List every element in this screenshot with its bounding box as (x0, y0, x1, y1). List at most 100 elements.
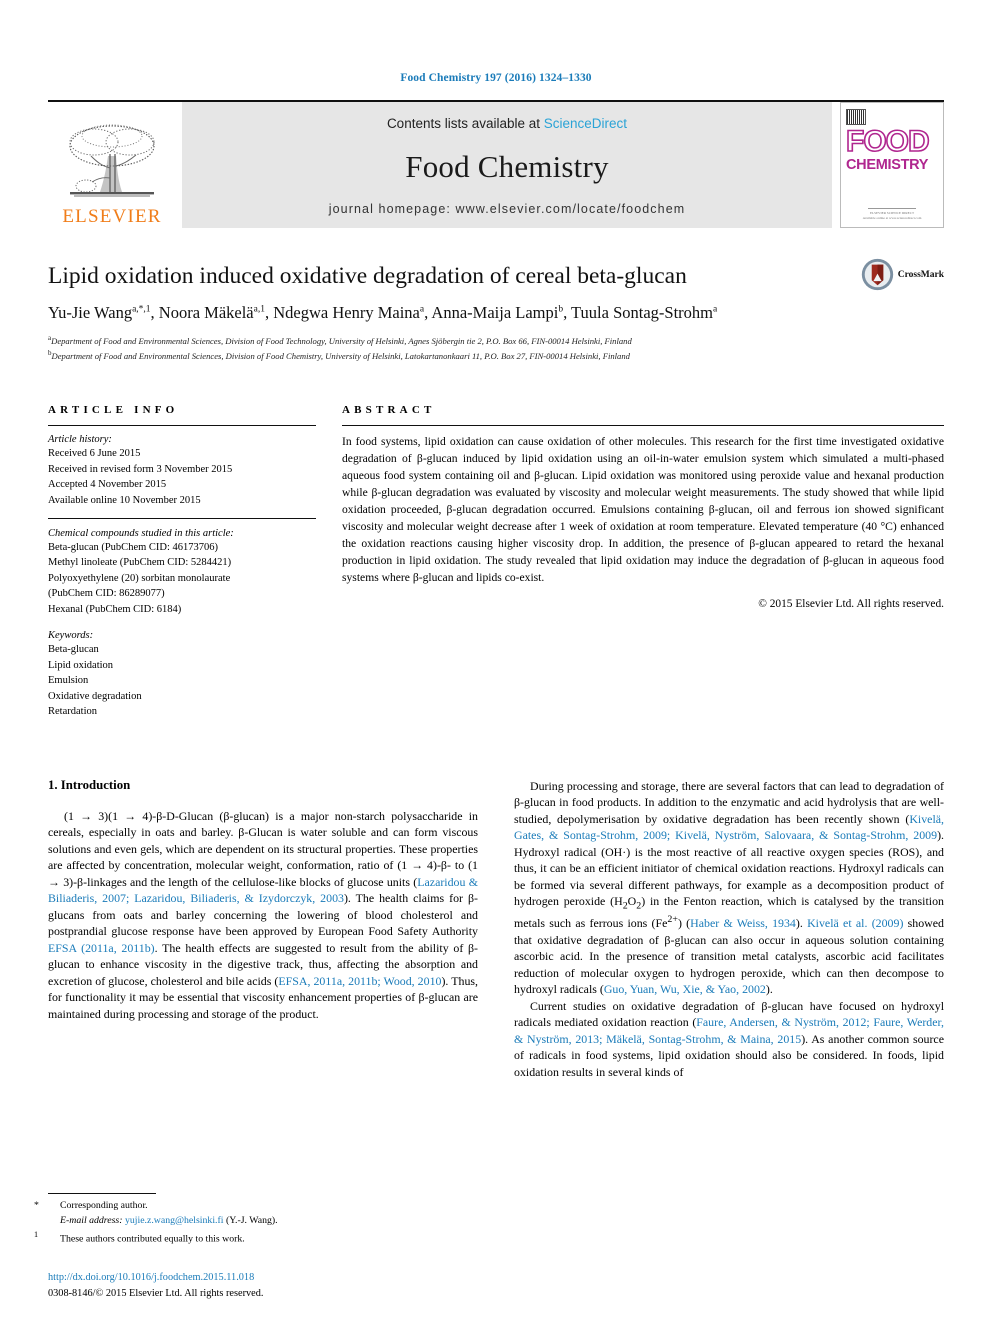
affiliation-text: Department of Food and Environmental Sci… (51, 335, 632, 346)
author-name: Noora Mäkelä (158, 302, 254, 322)
author-sup: a (713, 304, 718, 315)
compound-item: Beta-glucan (PubChem CID: 46173706) (48, 541, 219, 553)
compound-item: Methyl linoleate (PubChem CID: 5284421) (48, 557, 232, 569)
footnote-text: Corresponding author. (60, 1200, 148, 1212)
abstract-copyright: © 2015 Elsevier Ltd. All rights reserved… (758, 597, 944, 610)
footnote-text: These authors contributed equally to thi… (60, 1233, 245, 1245)
abstract-divider (342, 425, 944, 427)
paragraph-right-1: During processing and storage, there are… (514, 778, 944, 998)
doi-link[interactable]: http://dx.doi.org/10.1016/j.foodchem.201… (48, 1270, 263, 1285)
crossmark-badge[interactable]: CrossMark (861, 258, 944, 291)
journal-masthead: ELSEVIER Contents lists available at Sci… (48, 100, 944, 228)
section-heading-introduction: 1. Introduction (48, 777, 131, 792)
contents-available-line: Contents lists available at ScienceDirec… (387, 116, 627, 131)
paragraph-left-1: (1 → 3)(1 → 4)-β-D-Glucan (β-glucan) is … (48, 808, 478, 1022)
masthead-center: Contents lists available at ScienceDirec… (182, 102, 832, 228)
running-head: Food Chemistry 197 (2016) 1324–1330 (400, 72, 592, 84)
citation-link[interactable]: EFSA (2011a, 2011b) (48, 941, 155, 955)
article-history-label: Article history: (48, 434, 112, 446)
superscript: 2+ (667, 914, 678, 926)
author-item: Noora Mäkeläa,1 (159, 303, 265, 322)
history-item: Available online 10 November 2015 (48, 495, 201, 507)
title-block: CrossMark Lipid oxidation induced oxidat… (48, 258, 944, 363)
email-label: E-mail address: (60, 1214, 123, 1226)
journal-homepage-link[interactable]: journal homepage: www.elsevier.com/locat… (329, 202, 686, 216)
author-name: Anna-Maija Lampi (431, 302, 559, 322)
keyword-item: Beta-glucan (48, 644, 99, 656)
affiliation-b: bDepartment of Food and Environmental Sc… (48, 348, 848, 363)
contents-prefix: Contents lists available at (386, 116, 544, 131)
journal-cover-thumbnail[interactable]: FOOD CHEMISTRY ELSEVIER SCIENCE DIRECT A… (840, 102, 944, 228)
crossmark-icon (861, 258, 893, 291)
keyword-item: Retardation (48, 706, 97, 718)
paragraph-right-2: Current studies on oxidative degradation… (514, 998, 944, 1080)
email-suffix: (Y.-J. Wang). (225, 1214, 278, 1226)
author-name: Ndegwa Henry Maina (273, 302, 420, 322)
citation-link[interactable]: Guo, Yuan, Wu, Xie, & Yao, 2002 (604, 982, 766, 996)
paper-page: Food Chemistry 197 (2016) 1324–1330 ELSE… (0, 0, 992, 1323)
citation-link[interactable]: Haber & Weiss, 1934 (690, 916, 796, 930)
history-item: Accepted 4 November 2015 (48, 479, 167, 491)
footnote-email: E-mail address: yujie.z.wang@helsinki.fi… (48, 1214, 458, 1229)
abstract-text: In food systems, lipid oxidation can cau… (342, 435, 944, 584)
issn-copyright: 0308-8146/© 2015 Elsevier Ltd. All right… (48, 1287, 264, 1299)
article-info-heading: ARTICLE INFO (48, 404, 179, 417)
elsevier-tree-icon (69, 124, 155, 197)
text-run: O (627, 894, 637, 909)
cover-title-chemistry: CHEMISTRY (846, 156, 929, 173)
elsevier-wordmark: ELSEVIER (62, 206, 162, 227)
doi-block: http://dx.doi.org/10.1016/j.foodchem.201… (48, 1270, 263, 1301)
introduction-body: 1. Introduction (1 → 3)(1 → 4)-β-D-Gluca… (48, 778, 944, 1208)
cover-footer-line2: Available online at www.sciencedirect.co… (862, 215, 922, 220)
footnote-mark-sup: 1 (34, 1229, 39, 1239)
footnote-equal-contribution: 1 These authors contributed equally to th… (34, 1229, 458, 1247)
author-sup: a,*,1 (132, 304, 151, 315)
author-sup: a (419, 304, 425, 315)
text-run: ). (795, 916, 808, 931)
keywords-label: Keywords: (48, 630, 94, 642)
author-item: Ndegwa Henry Mainaa (273, 303, 424, 322)
text-run: (1 → 3)(1 → 4)-β- (64, 808, 167, 823)
article-info-column: ARTICLE INFO Article history: Received 6… (48, 404, 316, 719)
page-title: Lipid oxidation induced oxidative degrad… (48, 263, 687, 289)
compounds-label: Chemical compounds studied in this artic… (48, 527, 234, 539)
body-column-right: During processing and storage, there are… (514, 778, 944, 1208)
author-list: Yu-Jie Wanga,*,1, Noora Mäkeläa,1, Ndegw… (48, 302, 718, 322)
history-item: Received in revised form 3 November 2015 (48, 463, 233, 475)
keyword-item: Oxidative degradation (48, 690, 142, 702)
author-sup: a,1 (253, 304, 265, 315)
history-item: Received 6 June 2015 (48, 448, 141, 460)
body-column-left: 1. Introduction (1 → 3)(1 → 4)-β-D-Gluca… (48, 778, 478, 1208)
affiliation-text: Department of Food and Environmental Sci… (51, 350, 630, 361)
author-item: Yu-Jie Wanga,*,1 (48, 303, 151, 322)
cover-footer: ELSEVIER SCIENCE DIRECT Available online… (846, 207, 938, 221)
asterisk-icon: * (34, 1200, 39, 1212)
author-item: Tuula Sontag-Strohma (571, 303, 717, 322)
keyword-item: Emulsion (48, 675, 89, 687)
elsevier-logo: ELSEVIER (48, 102, 176, 228)
text-run: ). (765, 982, 773, 997)
cover-title-food: FOOD (845, 125, 930, 158)
keyword-item: Lipid oxidation (48, 659, 114, 671)
footnote-mark: 1 (34, 1229, 60, 1247)
compound-item: (PubChem CID: 86289077) (48, 588, 165, 600)
article-info-divider-2 (48, 517, 316, 519)
info-abstract-block: ARTICLE INFO Article history: Received 6… (48, 404, 944, 719)
text-run: ) ( (677, 916, 691, 931)
affiliation-a: aDepartment of Food and Environmental Sc… (48, 333, 848, 348)
crossmark-label: CrossMark (897, 269, 944, 280)
email-link[interactable]: yujie.z.wang@helsinki.fi (125, 1215, 224, 1226)
abstract-heading: ABSTRACT (342, 404, 436, 417)
author-item: Anna-Maija Lampib (431, 303, 563, 322)
cover-divider (868, 207, 916, 209)
article-info-divider (48, 425, 316, 427)
author-name: Yu-Jie Wang (48, 302, 133, 322)
author-sup: b (558, 304, 564, 315)
sciencedirect-link[interactable]: ScienceDirect (544, 116, 627, 131)
citation-link[interactable]: Kivelä et al. (2009) (807, 916, 903, 930)
compound-item: Hexanal (PubChem CID: 6184) (48, 603, 182, 615)
footnote-block: * Corresponding author. E-mail address: y… (34, 1193, 458, 1247)
abstract-column: ABSTRACT In food systems, lipid oxidatio… (342, 404, 944, 719)
citation-link[interactable]: EFSA, 2011a, 2011b; Wood, 2010 (278, 974, 441, 988)
